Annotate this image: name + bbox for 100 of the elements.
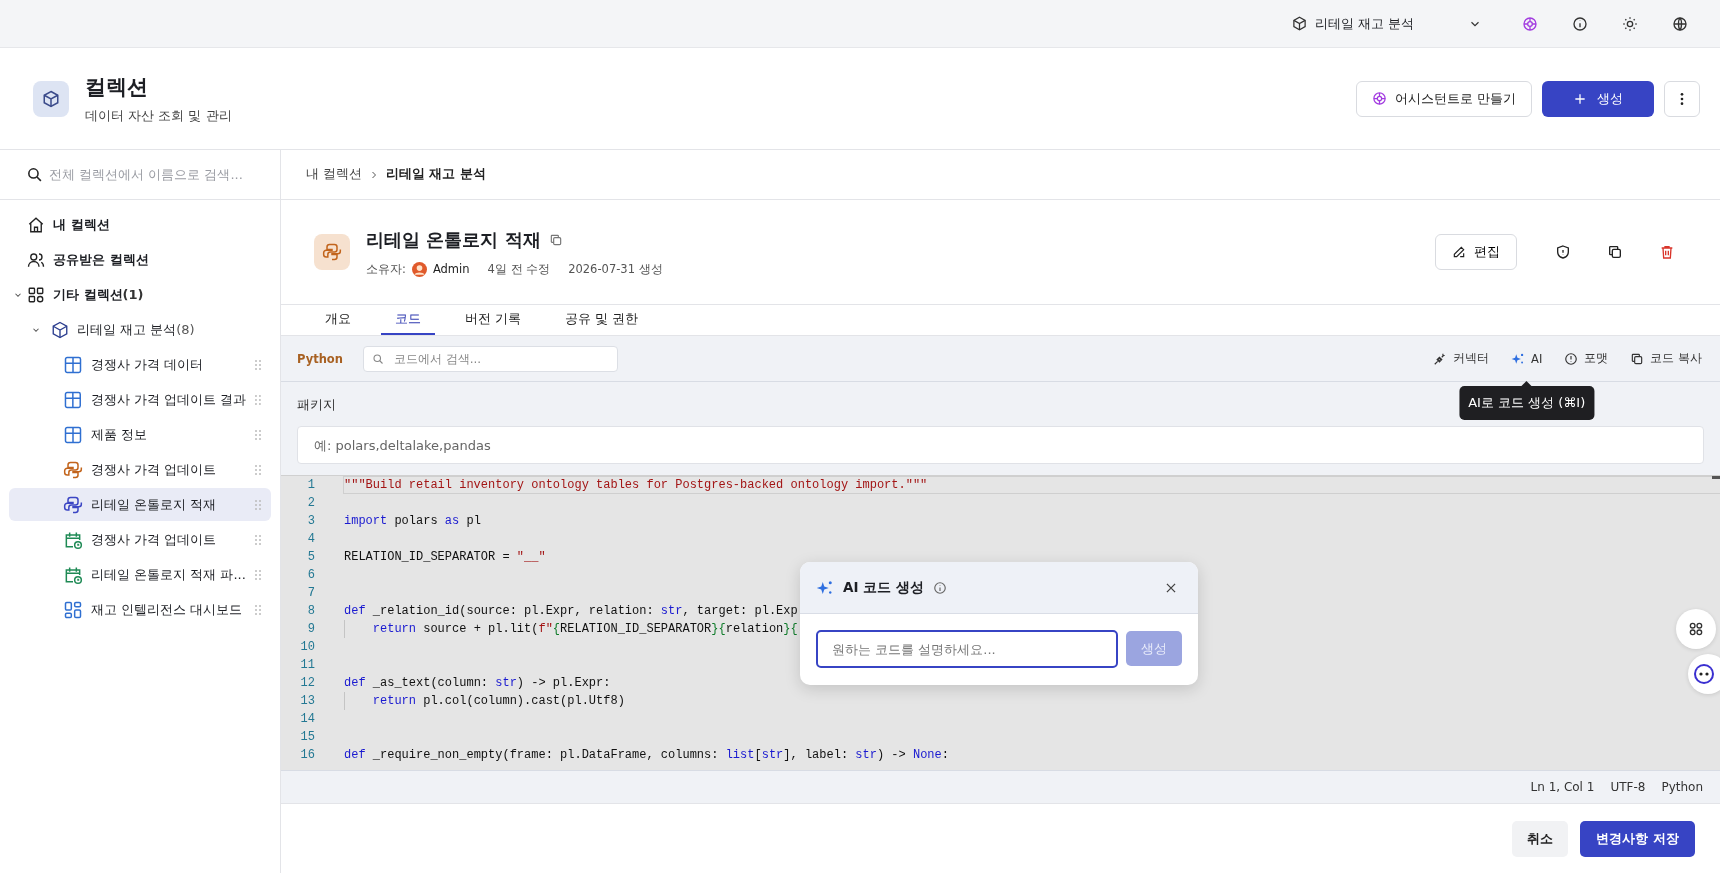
assistant-icon bbox=[1371, 91, 1387, 106]
sidebar-item[interactable]: 리테일 온톨로지 적재 bbox=[9, 488, 271, 521]
code-line: def _require_non_empty(frame: pl.DataFrame, columns: list[str], label: str) -> None: bbox=[344, 748, 949, 762]
line-number: 7 bbox=[306, 586, 315, 600]
popup-title: AI 코드 생성 bbox=[843, 578, 924, 597]
assistant-icon[interactable] bbox=[1522, 15, 1538, 32]
alert-circle-icon bbox=[1564, 351, 1579, 366]
line-number: 14 bbox=[299, 712, 315, 726]
table-icon bbox=[63, 354, 83, 375]
drag-handle-icon[interactable] bbox=[254, 358, 262, 371]
sidebar-item[interactable]: 리테일 재고 분석(8) bbox=[9, 313, 271, 346]
copy-icon[interactable] bbox=[548, 232, 563, 247]
line-number: 15 bbox=[299, 730, 315, 744]
drag-handle-icon[interactable] bbox=[254, 568, 262, 581]
line-number: 16 bbox=[299, 748, 315, 762]
drag-handle-icon[interactable] bbox=[254, 463, 262, 476]
code-line: RELATION_ID_SEPARATOR = "__" bbox=[344, 550, 546, 564]
info-icon[interactable] bbox=[1572, 15, 1588, 32]
code-line: def _as_text(column: str) -> pl.Expr: bbox=[344, 676, 611, 690]
line-number: 2 bbox=[306, 496, 315, 510]
status-item: Ln 1, Col 1 bbox=[1530, 780, 1595, 794]
item-title: 리테일 온톨로지 적재 bbox=[366, 227, 541, 252]
drag-handle-icon[interactable] bbox=[254, 393, 262, 406]
sidebar-item[interactable]: 경쟁사 가격 업데이트 bbox=[9, 523, 271, 556]
cube-icon bbox=[1292, 16, 1307, 31]
search-field[interactable]: 전체 컬렉션에서 이름으로 검색... bbox=[49, 167, 269, 182]
chatbot-button[interactable] bbox=[1688, 654, 1720, 694]
sidebar-item[interactable]: 재고 인텔리전스 대시보드 bbox=[9, 593, 271, 626]
create-button[interactable]: 생성 bbox=[1542, 80, 1654, 117]
code-search-field[interactable]: 코드에서 검색... bbox=[362, 345, 618, 372]
dashboard-icon bbox=[63, 599, 83, 620]
sparkle-icon bbox=[816, 578, 834, 597]
breadcrumb-link[interactable]: 리테일 재고 분석 bbox=[386, 166, 486, 183]
code-line: import polars as pl bbox=[344, 514, 481, 528]
globe-icon[interactable] bbox=[1672, 15, 1688, 32]
toolbar-button[interactable]: 커넥터 bbox=[1429, 347, 1494, 370]
save-button[interactable]: 변경사항 저장 bbox=[1580, 820, 1695, 857]
drag-handle-icon[interactable] bbox=[254, 498, 262, 511]
python-icon bbox=[63, 459, 83, 480]
collection-logo-icon bbox=[33, 80, 69, 117]
apps-button[interactable] bbox=[1676, 609, 1716, 649]
breadcrumb-link[interactable]: 내 컬렉션 bbox=[306, 166, 362, 183]
status-item: Python bbox=[1661, 780, 1703, 794]
apps-icon bbox=[1688, 621, 1704, 637]
owner-label: 소유자: bbox=[366, 261, 406, 277]
sidebar-item[interactable]: 경쟁사 가격 데이터 bbox=[9, 348, 271, 381]
drag-handle-icon[interactable] bbox=[254, 533, 262, 546]
table-icon bbox=[63, 389, 83, 410]
line-number: 11 bbox=[299, 658, 315, 672]
sidebar-item[interactable]: 기타 컬렉션(1) bbox=[9, 278, 271, 311]
copy-icon bbox=[1630, 351, 1645, 366]
tab[interactable]: 버전 기록 bbox=[451, 305, 536, 335]
line-number: 6 bbox=[306, 568, 315, 582]
bot-icon bbox=[1692, 662, 1716, 686]
home-icon bbox=[27, 215, 45, 234]
line-number: 3 bbox=[306, 514, 315, 528]
packages-label: 패키지 bbox=[297, 397, 336, 412]
sparkle-icon bbox=[1511, 351, 1526, 366]
drag-handle-icon[interactable] bbox=[254, 603, 262, 616]
line-number: 12 bbox=[299, 676, 315, 690]
created-date: 2026-07-31 생성 bbox=[568, 261, 663, 277]
toolbar-button[interactable]: 포맷 bbox=[1560, 347, 1613, 370]
line-number: 4 bbox=[306, 532, 315, 546]
toolbar-button[interactable]: 코드 복사 bbox=[1626, 347, 1706, 370]
project-dropdown[interactable]: 리테일 재고 분석 bbox=[1292, 14, 1482, 33]
table-icon bbox=[63, 424, 83, 445]
plus-icon bbox=[1573, 91, 1587, 106]
edit-button[interactable]: 편집 bbox=[1435, 234, 1517, 270]
owner-name: Admin bbox=[432, 262, 470, 276]
assistant-create-button[interactable]: 어시스턴트로 만들기 bbox=[1355, 80, 1532, 117]
status-item: UTF-8 bbox=[1610, 780, 1646, 794]
trash-icon[interactable] bbox=[1659, 244, 1675, 260]
page-title: 컬렉션 bbox=[85, 73, 149, 101]
drag-handle-icon[interactable] bbox=[254, 428, 262, 441]
prompt-field[interactable]: 원하는 코드를 설명하세요... bbox=[816, 630, 1118, 668]
sidebar-item[interactable]: 제품 정보 bbox=[9, 418, 271, 451]
page-subtitle: 데이터 자산 조회 및 관리 bbox=[85, 106, 232, 125]
toolbar-button[interactable]: AI bbox=[1507, 347, 1547, 370]
sidebar-item[interactable]: 공유받은 컬렉션 bbox=[9, 243, 271, 276]
search-icon bbox=[371, 352, 384, 365]
duplicate-icon[interactable] bbox=[1607, 244, 1623, 260]
line-number: 13 bbox=[299, 694, 315, 708]
code-line: """Build retail inventory ontology tables for Postgres-backed ontology import.""" bbox=[344, 478, 928, 492]
line-number: 10 bbox=[299, 640, 315, 654]
sun-icon[interactable] bbox=[1622, 15, 1638, 32]
cube-icon bbox=[51, 320, 69, 339]
tab[interactable]: 개요 bbox=[311, 305, 365, 335]
python-icon bbox=[63, 494, 83, 515]
code-line: return source + pl.lit(f"{RELATION_ID_SEPARATOR}{relation}{ bbox=[372, 622, 798, 636]
tab[interactable]: 공유 및 권한 bbox=[551, 305, 653, 335]
sidebar-item[interactable]: 경쟁사 가격 업데이트 bbox=[9, 453, 271, 486]
sidebar-item[interactable]: 리테일 온톨로지 적재 파... bbox=[9, 558, 271, 591]
users-icon bbox=[27, 250, 45, 269]
cancel-button[interactable]: 취소 bbox=[1512, 820, 1569, 857]
line-number: 1 bbox=[306, 478, 315, 492]
sidebar-item[interactable]: 경쟁사 가격 업데이트 결과 bbox=[9, 383, 271, 416]
packages-field[interactable]: 예: polars,deltalake,pandas bbox=[297, 426, 1704, 464]
sidebar-item[interactable]: 내 컬렉션 bbox=[9, 208, 271, 241]
search-icon bbox=[26, 166, 43, 183]
shield-icon[interactable] bbox=[1555, 244, 1571, 260]
